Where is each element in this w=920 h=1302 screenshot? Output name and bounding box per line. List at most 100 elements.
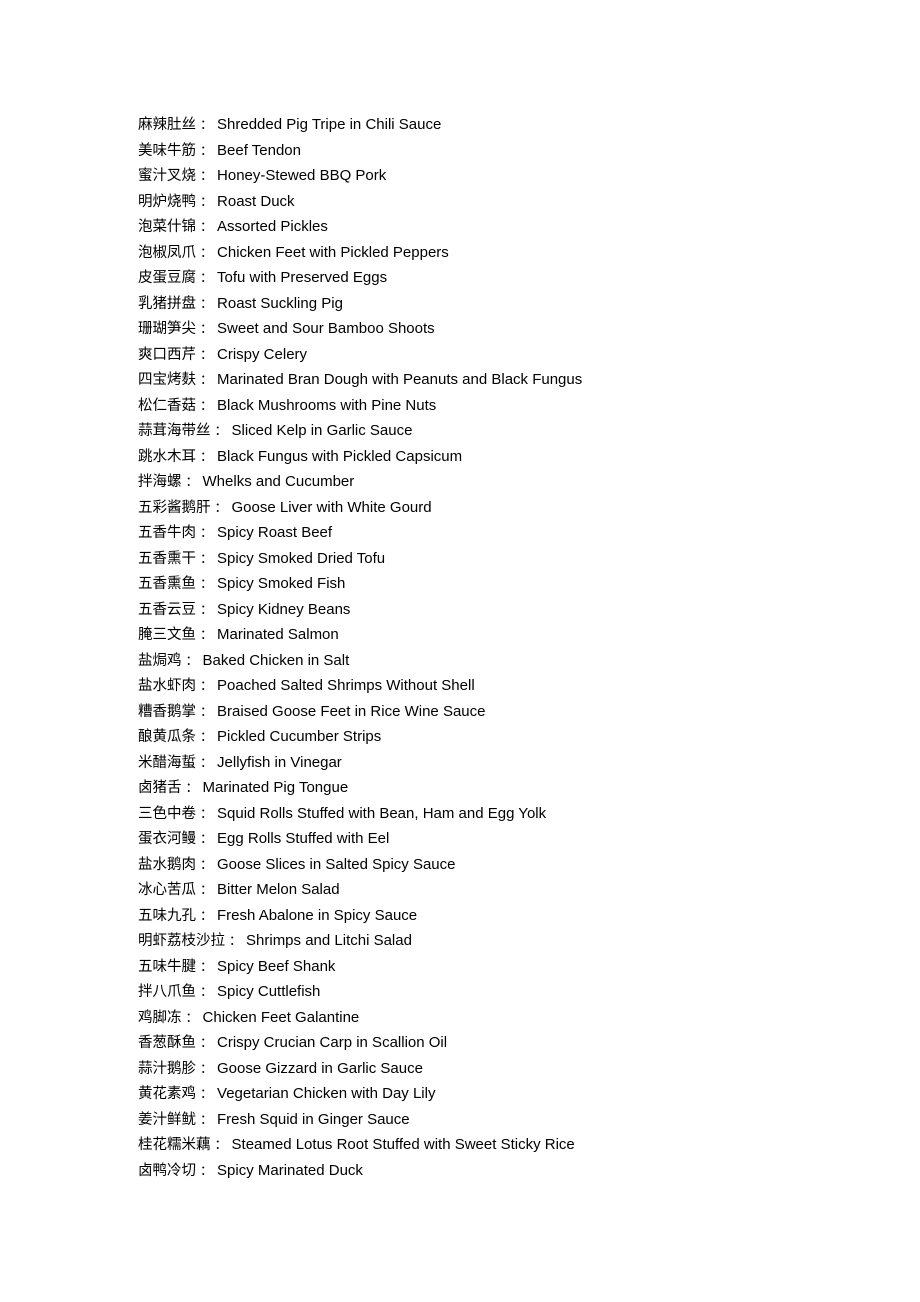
dish-name-english: Braised Goose Feet in Rice Wine Sauce — [217, 702, 486, 720]
name-separator: ： — [200, 959, 214, 975]
dish-name-english: Sliced Kelp in Garlic Sauce — [231, 422, 413, 439]
name-separator: ： — [200, 551, 214, 567]
dish-name-chinese: 盐水鹅肉 — [138, 856, 196, 873]
dish-name-english: Black Mushrooms with Pine Nuts — [217, 396, 437, 414]
dish-name-chinese: 五香云豆 — [138, 601, 196, 618]
dish-name-english: Spicy Smoked Dried Tofu — [217, 549, 386, 567]
menu-entry-row: 乳猪拼盘： Roast Suckling Pig — [138, 291, 878, 317]
menu-entry-row: 明炉烧鸭： Roast Duck — [138, 189, 878, 215]
menu-entry-row: 三色中卷： Squid Rolls Stuffed with Bean, Ham … — [138, 801, 878, 827]
menu-entry-row: 四宝烤麸 ： Marinated Bran Dough with Peanuts a… — [138, 367, 878, 393]
dish-name-chinese: 桂花糯米藕 — [138, 1137, 211, 1153]
name-separator: ： — [200, 1036, 214, 1051]
name-separator: ： — [200, 628, 214, 643]
name-separator: ： — [229, 934, 243, 949]
dish-name-chinese: 跳水木耳 — [138, 448, 196, 465]
dish-name-chinese: 泡椒凤爪 — [138, 244, 196, 261]
dish-name-english: Vegetarian Chicken with Day Lily — [217, 1085, 436, 1102]
name-separator: ： — [185, 653, 199, 669]
menu-entry-row: 酿黄瓜条 ： Pickled Cucumber Strips — [138, 724, 878, 750]
dish-name-chinese: 美味牛筋 — [138, 142, 196, 159]
dish-name-chinese: 皮蛋豆腐 — [138, 270, 196, 286]
dish-name-chinese: 松仁香菇 — [138, 397, 196, 414]
menu-entry-row: 泡菜什锦 ： Assorted Pickles — [138, 214, 878, 240]
dish-name-chinese: 香葱酥鱼 — [138, 1035, 196, 1051]
dish-name-english: Spicy Beef Shank — [217, 957, 336, 975]
dish-name-chinese: 蜜汁叉烧 — [138, 168, 196, 184]
dish-name-chinese: 爽口西芹 — [138, 346, 196, 363]
document-page: 麻辣肚丝 ： Shredded Pig Tripe in Chili Sauce 美味… — [0, 0, 920, 1302]
dish-name-english: Shrimps and Litchi Salad — [246, 932, 412, 949]
menu-entry-row: 五香云豆： Spicy Kidney Beans — [138, 597, 878, 623]
dish-name-english: Marinated Pig Tongue — [202, 779, 349, 796]
dish-name-chinese: 三色中卷 — [138, 805, 196, 822]
menu-entry-row: 珊瑚笋尖 ： Sweet and Sour Bamboo Shoots — [138, 316, 878, 342]
dish-name-english: Spicy Roast Beef — [217, 524, 333, 541]
menu-entry-row: 腌三文鱼 ： Marinated Salmon — [138, 622, 878, 648]
menu-entry-row: 蜜汁叉烧 ： Honey-Stewed BBQ Pork — [138, 163, 878, 189]
dish-name-english: Assorted Pickles — [217, 218, 328, 235]
dish-name-chinese: 盐焗鸡 — [138, 652, 182, 669]
dish-name-english: Roast Suckling Pig — [217, 294, 343, 312]
dish-name-chinese: 五味九孔 — [138, 907, 196, 924]
dish-name-english: Marinated Bran Dough with Peanuts and Bl… — [217, 371, 583, 388]
dish-name-english: Shredded Pig Tripe in Chili Sauce — [217, 116, 442, 133]
menu-entry-row: 明虾荔枝沙拉 ： Shrimps and Litchi Salad — [138, 928, 878, 954]
dish-name-english: Squid Rolls Stuffed with Bean, Ham and E… — [217, 804, 547, 822]
name-separator: ： — [200, 526, 214, 541]
dish-name-chinese: 卤鸭冷切 — [138, 1162, 196, 1179]
dish-name-chinese: 冰心苦瓜 — [138, 882, 196, 898]
dish-name-chinese: 五香熏鱼 — [138, 576, 196, 592]
dish-name-english: Baked Chicken in Salt — [202, 651, 350, 669]
dish-name-chinese: 糟香鹅掌 — [138, 703, 196, 720]
name-separator: ： — [200, 373, 214, 388]
menu-entry-row: 拌八爪鱼 ： Spicy Cuttlefish — [138, 979, 878, 1005]
dish-name-english: Roast Duck — [217, 192, 295, 210]
name-separator: ： — [200, 730, 214, 745]
menu-entry-row: 盐水鹅肉： Goose Slices in Salted Spicy Sauce — [138, 852, 878, 878]
dish-name-chinese: 泡菜什锦 — [138, 219, 196, 235]
name-separator: ： — [200, 908, 214, 924]
menu-entry-row: 香葱酥鱼 ： Crispy Crucian Carp in Scallion Oil — [138, 1030, 878, 1056]
menu-entry-row: 黄花素鸡 ： Vegetarian Chicken with Day Lily — [138, 1081, 878, 1107]
dish-name-chinese: 盐水虾肉 — [138, 678, 196, 694]
name-separator: ： — [214, 424, 228, 439]
dish-name-chinese: 明虾荔枝沙拉 — [138, 933, 225, 949]
dish-name-chinese: 五彩酱鹅肝 — [138, 499, 211, 516]
name-separator: ： — [200, 679, 214, 694]
name-separator: ： — [214, 1138, 228, 1153]
menu-entry-row: 爽口西芹： Crispy Celery — [138, 342, 878, 368]
menu-entry-row: 卤猪舌： Marinated Pig Tongue — [138, 775, 878, 801]
name-separator: ： — [200, 169, 214, 184]
dish-name-chinese: 麻辣肚丝 — [138, 117, 196, 133]
name-separator: ： — [200, 245, 214, 261]
dish-name-english: Jellyfish in Vinegar — [217, 753, 342, 771]
dish-name-english: Goose Gizzard in Garlic Sauce — [217, 1059, 423, 1077]
name-separator: ： — [200, 883, 214, 898]
menu-entry-row: 五香熏干： Spicy Smoked Dried Tofu — [138, 546, 878, 572]
dish-name-english: Whelks and Cucumber — [202, 473, 355, 490]
dish-name-english: Chicken Feet Galantine — [202, 1008, 360, 1026]
menu-entry-row: 皮蛋豆腐 ： Tofu with Preserved Eggs — [138, 265, 878, 291]
name-separator: ： — [200, 398, 214, 414]
dish-name-chinese: 腌三文鱼 — [138, 627, 196, 643]
name-separator: ： — [200, 220, 214, 235]
name-separator: ： — [200, 1112, 214, 1128]
dish-name-english: Steamed Lotus Root Stuffed with Sweet St… — [231, 1136, 575, 1153]
menu-entry-row: 五彩酱鹅肝： Goose Liver with White Gourd — [138, 495, 878, 521]
dish-name-english: Spicy Marinated Duck — [217, 1161, 363, 1179]
dish-name-chinese: 蒜汁鹅胗 — [138, 1060, 196, 1077]
dish-name-chinese: 酿黄瓜条 — [138, 729, 196, 745]
dish-name-chinese: 五味牛腱 — [138, 958, 196, 975]
name-separator: ： — [200, 296, 214, 312]
dish-name-chinese: 蒜茸海带丝 — [138, 423, 211, 439]
dish-name-chinese: 拌海螺 — [138, 474, 182, 490]
dish-name-chinese: 姜汁鲜鱿 — [138, 1111, 196, 1128]
menu-entry-row: 五味九孔： Fresh Abalone in Spicy Sauce — [138, 903, 878, 929]
name-separator: ： — [200, 755, 214, 771]
menu-entry-row: 米醋海蜇： Jellyfish in Vinegar — [138, 750, 878, 776]
name-separator: ： — [200, 347, 214, 363]
name-separator: ： — [185, 781, 199, 796]
menu-entry-row: 桂花糯米藕： Steamed Lotus Root Stuffed with Sw… — [138, 1132, 878, 1158]
dish-name-english: Honey-Stewed BBQ Pork — [217, 167, 387, 184]
